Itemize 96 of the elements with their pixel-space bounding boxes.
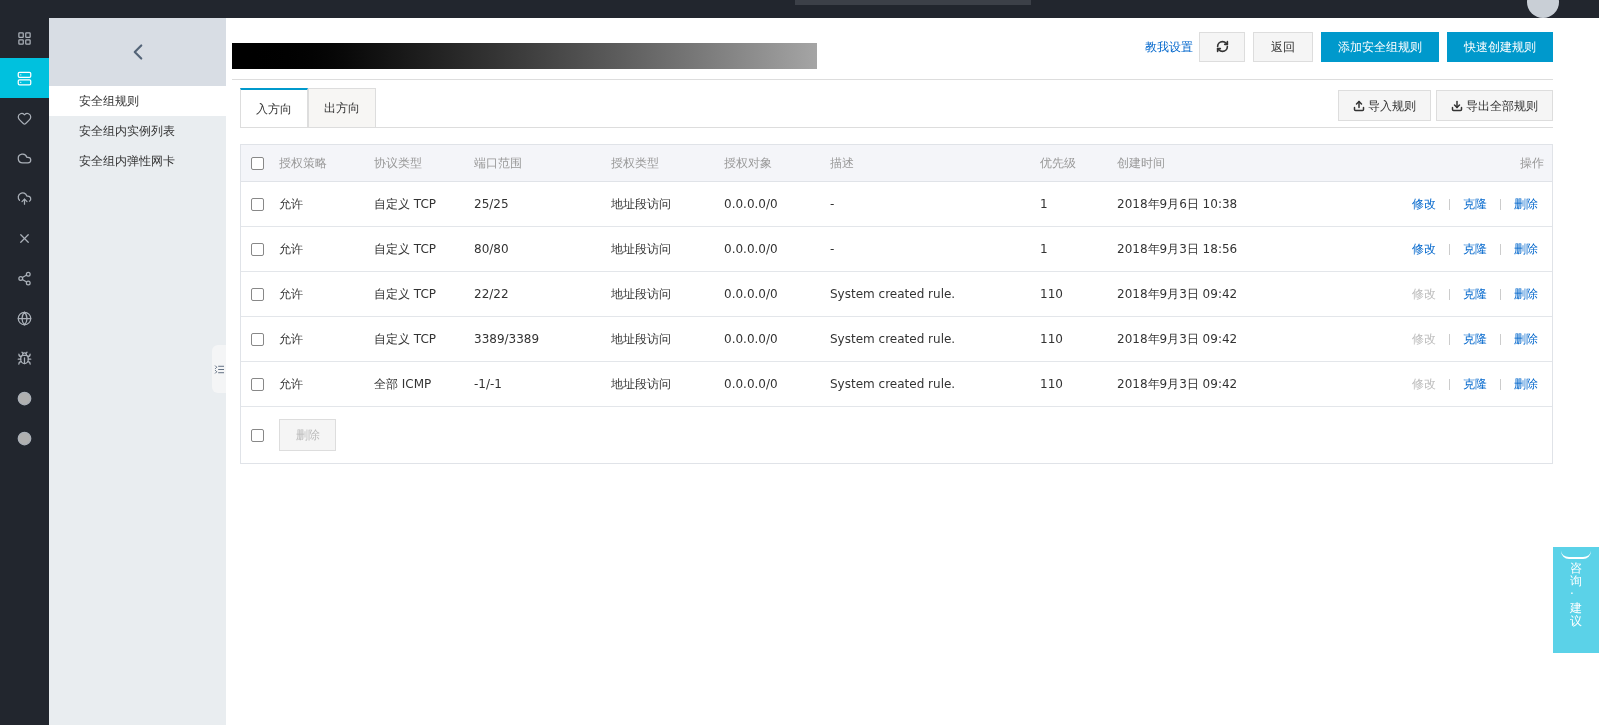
table-cell-text: System created rule.: [830, 286, 957, 303]
table-cell-text: 80/80: [474, 241, 510, 258]
table-cell-text: 地址段访问: [611, 331, 672, 348]
table-cell-text: 110: [1040, 286, 1064, 303]
table-cell-text: 1: [1040, 196, 1049, 213]
column-header: 授权类型: [611, 155, 660, 172]
heart-icon: [17, 110, 32, 126]
bug-icon: [17, 350, 32, 366]
sidebar-item[interactable]: 安全组内实例列表: [49, 116, 226, 146]
action-link[interactable]: 删除: [1514, 240, 1538, 258]
globe-icon: [17, 310, 32, 326]
table-cell-text: 允许: [279, 376, 304, 393]
table-cell-text: 22/22: [474, 286, 510, 303]
table-cell-text: 自定义 TCP: [374, 241, 438, 258]
column-header: 授权对象: [724, 155, 773, 172]
table-cell-text: 地址段访问: [611, 286, 672, 303]
table-cell-text: 1: [1040, 241, 1049, 258]
column-header: 创建时间: [1117, 155, 1166, 172]
table-cell-text: 0.0.0.0/0: [724, 286, 779, 303]
table-cell-text: 全部 ICMP: [374, 376, 433, 393]
nodes-icon: [17, 270, 32, 286]
table-cell-text: 地址段访问: [611, 376, 672, 393]
cloud-icon: [17, 150, 32, 166]
tab[interactable]: 入方向: [240, 88, 308, 127]
import-button[interactable]: 导入规则: [1338, 90, 1431, 121]
table-cell-text: 110: [1040, 331, 1064, 348]
table-cell-text: System created rule.: [830, 331, 957, 348]
action-link[interactable]: 修改: [1412, 195, 1436, 213]
action-link[interactable]: 删除: [1514, 330, 1538, 348]
table-cell-text: 3389/3389: [474, 331, 541, 348]
download-icon: [1451, 99, 1463, 112]
tab[interactable]: 出方向: [308, 88, 376, 127]
action-link[interactable]: 克隆: [1463, 375, 1487, 393]
sidebar-item[interactable]: 安全组规则: [49, 86, 226, 116]
column-header: 协议类型: [374, 155, 423, 172]
checkbox[interactable]: [251, 428, 264, 442]
table-cell-text: 地址段访问: [611, 196, 672, 213]
cloud-upload-icon: [17, 190, 32, 206]
refresh-icon: [1215, 40, 1229, 53]
table-cell-text: 110: [1040, 376, 1064, 393]
checkbox[interactable]: [251, 156, 264, 170]
table-cell-text: System created rule.: [830, 376, 957, 393]
table-cell-text: -1/-1: [474, 376, 503, 393]
column-header: 授权策略: [279, 155, 328, 172]
checkbox[interactable]: [251, 377, 264, 391]
server-icon: [17, 70, 32, 86]
table-cell-text: -: [830, 196, 836, 213]
table-cell-text: 0.0.0.0/0: [724, 241, 779, 258]
table-cell-text: 2018年9月3日 09:42: [1117, 376, 1239, 393]
action-link[interactable]: 克隆: [1463, 330, 1487, 348]
checkbox[interactable]: [251, 287, 264, 301]
table-cell-text: 地址段访问: [611, 241, 672, 258]
collapse-icon: [213, 363, 225, 375]
grid-icon: [17, 30, 32, 46]
table-cell-text: 2018年9月3日 09:42: [1117, 286, 1239, 303]
primary-button[interactable]: 添加安全组规则: [1321, 31, 1439, 62]
export-button[interactable]: 导出全部规则: [1436, 90, 1553, 121]
table-cell-text: 0.0.0.0/0: [724, 331, 779, 348]
column-header: 优先级: [1040, 155, 1077, 172]
table-cell-text: 2018年9月3日 18:56: [1117, 241, 1239, 258]
checkbox[interactable]: [251, 242, 264, 256]
table-cell-text: 自定义 TCP: [374, 196, 438, 213]
action-link[interactable]: 删除: [1514, 285, 1538, 303]
table-cell-text: 2018年9月3日 09:42: [1117, 331, 1239, 348]
action-link[interactable]: 删除: [1514, 375, 1538, 393]
checkbox[interactable]: [251, 197, 264, 211]
action-link[interactable]: 克隆: [1463, 195, 1487, 213]
table-cell-text: 25/25: [474, 196, 510, 213]
circle-icon: [17, 430, 32, 446]
upload-icon: [1353, 99, 1365, 112]
column-header: 描述: [830, 155, 855, 172]
table-cell-text: 允许: [279, 241, 304, 258]
action-link[interactable]: 克隆: [1463, 240, 1487, 258]
feedback-label: 咨询·建议: [1570, 562, 1582, 628]
sidebar-item[interactable]: 安全组内弹性网卡: [49, 146, 226, 176]
action-link[interactable]: 克隆: [1463, 285, 1487, 303]
action-link[interactable]: 修改: [1412, 240, 1436, 258]
column-header: 操作: [1520, 155, 1545, 172]
table-cell-text: 0.0.0.0/0: [724, 196, 779, 213]
help-link[interactable]: 教我设置: [1145, 37, 1193, 56]
table-cell-text: 0.0.0.0/0: [724, 376, 779, 393]
table-cell-text: -: [830, 241, 836, 258]
table-cell-text: 允许: [279, 331, 304, 348]
table-cell-text: 允许: [279, 286, 304, 303]
back-button[interactable]: 返回: [1253, 31, 1313, 62]
table-cell-text: 2018年9月6日 10:38: [1117, 196, 1239, 213]
checkbox[interactable]: [251, 332, 264, 346]
table-cell-text: 自定义 TCP: [374, 331, 438, 348]
collapse-handle[interactable]: [212, 345, 226, 393]
action-link[interactable]: 删除: [1514, 195, 1538, 213]
column-header: 端口范围: [474, 155, 523, 172]
table-cell-text: 自定义 TCP: [374, 286, 438, 303]
circle-icon: [17, 390, 32, 406]
refresh-button[interactable]: [1199, 31, 1245, 62]
table-cell-text: 允许: [279, 196, 304, 213]
primary-button[interactable]: 快速创建规则: [1447, 31, 1553, 62]
